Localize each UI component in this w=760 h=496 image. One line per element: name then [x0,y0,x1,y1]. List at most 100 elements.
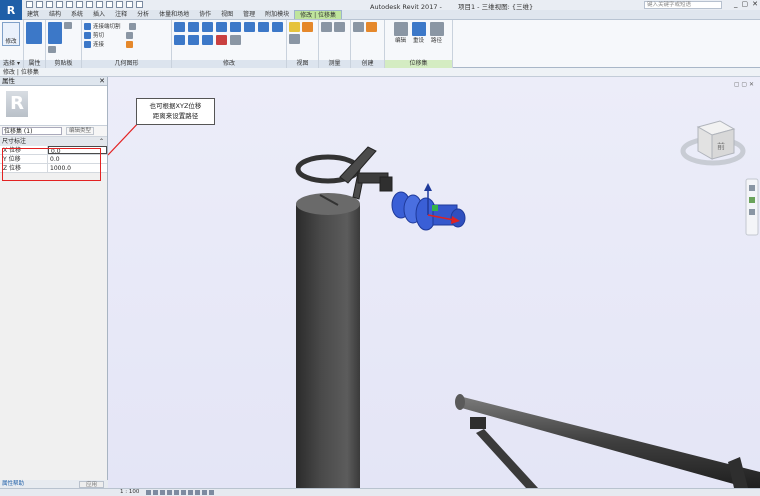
paste-icon[interactable] [48,22,62,44]
close-icon[interactable]: ✕ [99,77,105,86]
panel-properties-label: 属性 [24,60,45,68]
scale-icon[interactable] [202,35,213,45]
copy-element-icon[interactable] [244,22,255,32]
panel-view: 视图 [287,20,319,68]
pipe-model [455,394,760,488]
properties-help-link[interactable]: 属性帮助 [2,481,24,487]
measure-icon[interactable] [76,1,83,8]
cut-geometry-label[interactable]: 剪切 [93,31,104,39]
copy-icon[interactable] [48,46,56,53]
crop-view-icon[interactable] [181,490,186,495]
tab-10[interactable]: 附加模块 [260,10,294,19]
tab-11[interactable]: 修改 | 位移集 [294,10,343,19]
join-label[interactable]: 连接 [93,40,104,48]
3d-viewport[interactable]: ▢ ▢ ✕ 前 [108,77,760,488]
create-group-icon[interactable] [353,22,364,32]
apply-button[interactable]: 应用 [78,481,104,488]
close-button[interactable]: ✕ [752,0,758,8]
visual-style-icon[interactable] [153,490,158,495]
rotate-icon[interactable] [258,22,269,32]
lock-view-icon[interactable] [195,490,200,495]
tab-3[interactable]: 插入 [88,10,110,19]
undo-icon[interactable] [46,1,53,8]
properties-icon[interactable] [26,22,42,44]
switch-windows-icon[interactable] [136,1,143,8]
section-dimensions[interactable]: 尺寸标注 ⌃ [0,137,107,146]
render-icon[interactable] [174,490,179,495]
tab-1[interactable]: 结构 [44,10,66,19]
edit-type-button[interactable]: 编辑类型 [66,127,95,135]
array-icon[interactable] [188,35,199,45]
linework-icon[interactable] [289,34,300,44]
align-icon[interactable] [174,22,185,32]
minimize-button[interactable]: _ [734,0,738,8]
viewcube[interactable]: 前 [680,120,746,166]
dimension-icon[interactable] [334,22,345,32]
save-icon[interactable] [36,1,43,8]
measure-distance-icon[interactable] [321,22,332,32]
tab-4[interactable]: 注释 [110,10,132,19]
modify-button[interactable]: 修改 [2,22,20,46]
panel-select-label[interactable]: 选择 ▾ [0,60,23,68]
print-icon[interactable] [66,1,73,8]
type-selector[interactable]: 位移集 (1) [2,127,62,135]
close-hidden-icon[interactable] [126,1,133,8]
section-icon[interactable] [106,1,113,8]
reset-icon [411,22,426,36]
offset-icon[interactable] [188,22,199,32]
panel-create-label: 创建 [351,60,384,68]
override-icon[interactable] [302,22,313,32]
path-button[interactable]: 路径 [429,22,444,44]
collapse-icon[interactable]: ⌃ [99,137,104,146]
geometry-extra-icon[interactable] [128,22,136,30]
geometry-extra2-icon[interactable] [126,31,134,39]
cope-label[interactable]: 连接端切割 [93,22,121,30]
show-crop-icon[interactable] [188,490,193,495]
status-bar: 1 : 100 [0,488,760,496]
3d-view-icon[interactable] [96,1,103,8]
thin-lines-icon[interactable] [116,1,123,8]
maximize-button[interactable]: ▢ [742,0,749,8]
hide-icon[interactable] [289,22,300,32]
tab-8[interactable]: 视图 [216,10,238,19]
tab-7[interactable]: 协作 [194,10,216,19]
temporary-hide-icon[interactable] [202,490,207,495]
mirror-draw-icon[interactable] [216,22,227,32]
open-icon[interactable] [26,1,33,8]
tab-9[interactable]: 管理 [238,10,260,19]
text-icon[interactable] [86,1,93,8]
create-similar-icon[interactable] [366,22,377,32]
cut-icon[interactable] [64,22,72,29]
type-preview: R [0,86,107,126]
split-icon[interactable] [174,35,185,45]
delete-icon[interactable] [216,35,227,45]
join-icon[interactable] [84,40,91,48]
callout-line-1: 也可根据XYZ位移 [149,102,202,110]
reset-displacement-button[interactable]: 重设 [411,22,426,44]
tab-2[interactable]: 系统 [66,10,88,19]
view-scale[interactable]: 1 : 100 [120,489,139,496]
sun-path-icon[interactable] [160,490,165,495]
detail-level-icon[interactable] [146,490,151,495]
panel-modify-label: 修改 [172,60,286,68]
pin-icon[interactable] [230,35,241,45]
panel-geometry: 连接端切割 剪切 连接 几何图形 [82,20,172,68]
cope-icon[interactable] [84,22,91,30]
tab-5[interactable]: 分析 [132,10,154,19]
navigation-bar[interactable] [745,178,759,236]
trim-icon[interactable] [272,22,283,32]
search-input[interactable]: 键入关键字或短语 [644,1,722,9]
application-menu-button[interactable]: R [0,0,22,20]
reveal-hidden-icon[interactable] [209,490,214,495]
mirror-pick-icon[interactable] [202,22,213,32]
panel-clipboard: 剪贴板 [46,20,82,68]
edit-displacement-button[interactable]: 编辑 [393,22,408,44]
panel-clipboard-label: 剪贴板 [46,60,81,68]
paint-icon[interactable] [126,40,134,48]
tab-6[interactable]: 体量和场地 [154,10,194,19]
tab-0[interactable]: 建筑 [22,10,44,19]
redo-icon[interactable] [56,1,63,8]
cut-geometry-icon[interactable] [84,31,91,39]
move-icon[interactable] [230,22,241,32]
shadows-icon[interactable] [167,490,172,495]
